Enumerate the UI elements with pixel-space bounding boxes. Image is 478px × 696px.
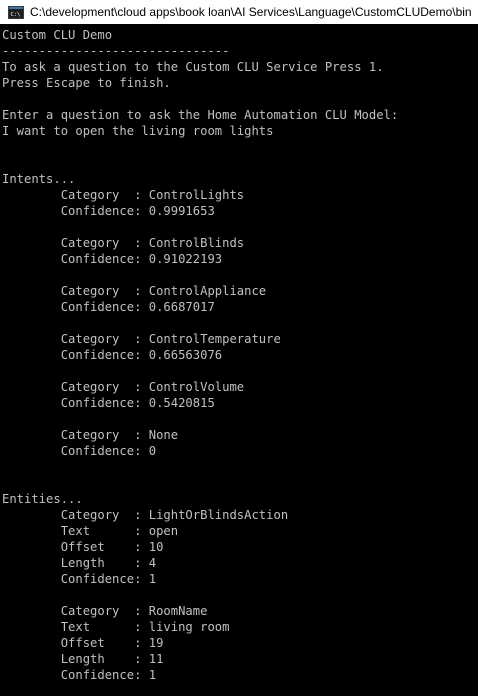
console-line: Confidence: 0.5420815: [2, 396, 215, 410]
console-line: Category : None: [2, 428, 179, 442]
console-line: Press Escape to finish.: [2, 76, 171, 90]
console-line: Category : LightOrBlindsAction: [2, 508, 289, 522]
console-line: I want to open the living room lights: [2, 124, 274, 138]
console-line: Category : ControlAppliance: [2, 284, 267, 298]
console-line: Category : ControlTemperature: [2, 332, 281, 346]
console-line: Confidence: 1: [2, 572, 157, 586]
console-line: Offset : 10: [2, 540, 164, 554]
console-line: Length : 4: [2, 556, 157, 570]
console-line: Confidence: 0.91022193: [2, 252, 223, 266]
console-line: Intents...: [2, 172, 76, 186]
console-line: Category : RoomName: [2, 604, 208, 618]
console-line: Text : open: [2, 524, 179, 538]
window-title: C:\development\cloud apps\book loan\AI S…: [30, 5, 472, 19]
console-line: Confidence: 0.9991653: [2, 204, 215, 218]
console-line: Confidence: 0.6687017: [2, 300, 215, 314]
console-output[interactable]: Custom CLU Demo -------------------------…: [2, 27, 478, 696]
console-line: To ask a question to the Custom CLU Serv…: [2, 60, 384, 74]
console-line: Offset : 19: [2, 636, 164, 650]
console-line: -------------------------------: [2, 44, 230, 58]
console-line: Confidence: 1: [2, 668, 157, 682]
console-line: Length : 11: [2, 652, 164, 666]
console-app-icon: C:\: [8, 5, 24, 19]
console-line: Custom CLU Demo: [2, 28, 113, 42]
console-line: Entities...: [2, 492, 83, 506]
console-line: Category : ControlBlinds: [2, 236, 245, 250]
console-line: Confidence: 0.66563076: [2, 348, 223, 362]
console-line: Confidence: 0: [2, 444, 157, 458]
window-title-bar[interactable]: C:\ C:\development\cloud apps\book loan\…: [0, 0, 478, 24]
console-line: Text : living room: [2, 620, 230, 634]
svg-text:C:\: C:\: [11, 12, 21, 18]
console-line: Category : ControlLights: [2, 188, 245, 202]
console-line: Category : ControlVolume: [2, 380, 245, 394]
console-line: Enter a question to ask the Home Automat…: [2, 108, 399, 122]
